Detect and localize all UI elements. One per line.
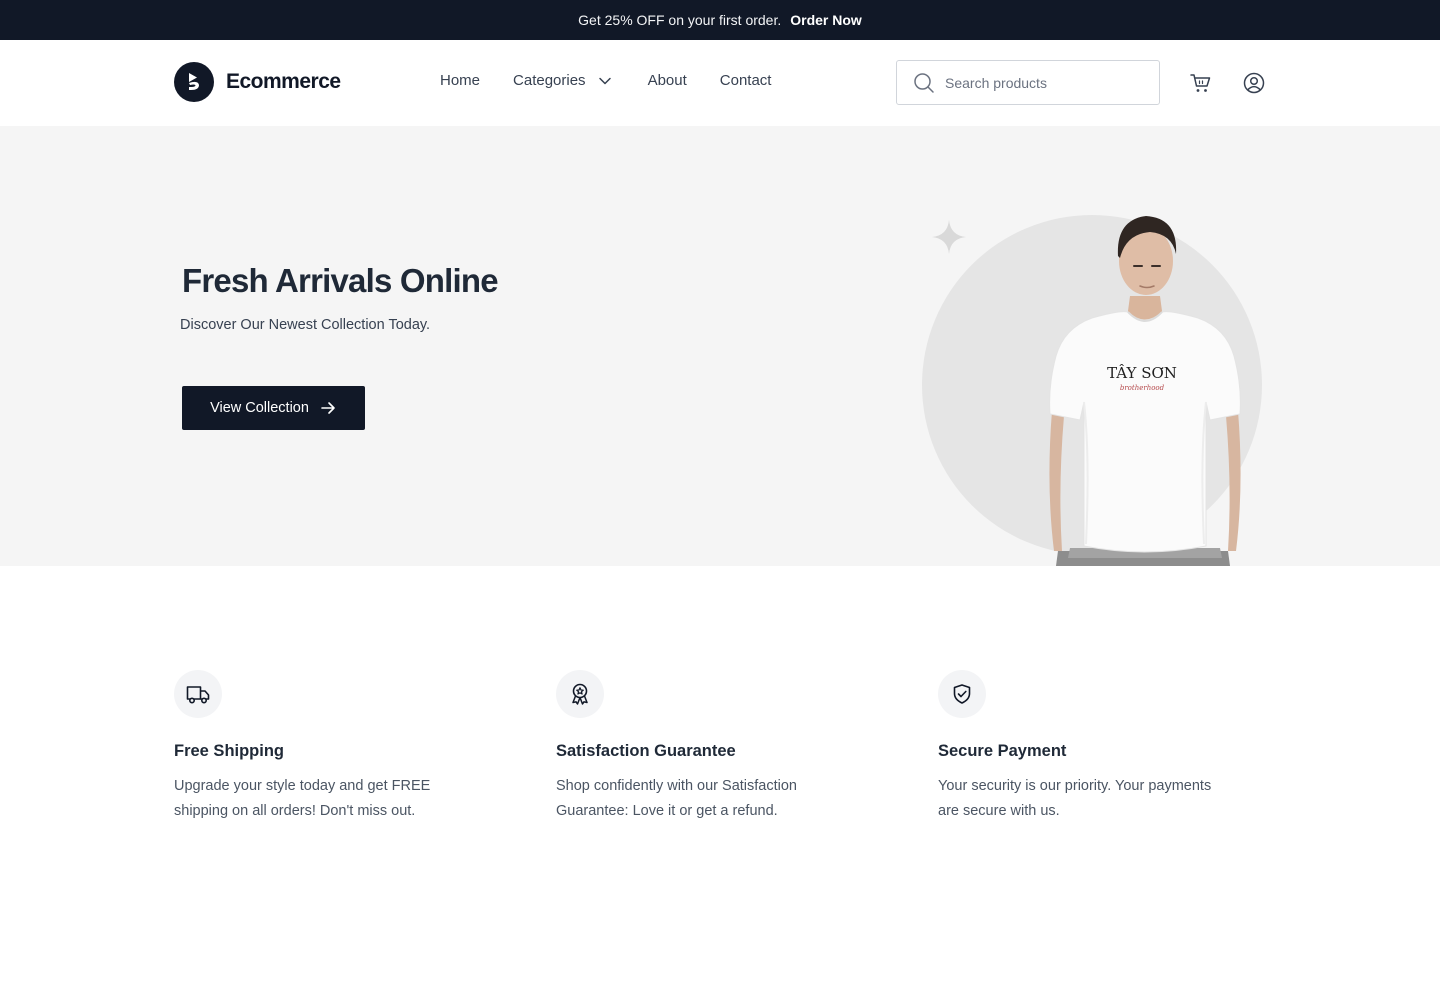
shirt-script-text: brotherhood <box>1120 384 1165 392</box>
cart-icon <box>1190 74 1211 92</box>
nav-categories-label: Categories <box>513 72 586 89</box>
account-button[interactable] <box>1242 71 1266 95</box>
feature-secure-payment: Secure Payment Your security is our prio… <box>938 670 1238 824</box>
brand-logo-icon <box>174 62 214 102</box>
badge-icon <box>556 670 604 718</box>
cart-button[interactable] <box>1189 71 1213 95</box>
view-collection-button[interactable]: View Collection <box>182 386 365 430</box>
brand-name: Ecommerce <box>226 70 341 93</box>
shirt-print-text: TÂY SƠN <box>1107 364 1177 382</box>
sparkle-icon <box>932 220 966 254</box>
hero-title: Fresh Arrivals Online <box>182 262 499 299</box>
features-section: Free Shipping Upgrade your style today a… <box>0 566 1440 987</box>
arrow-right-icon <box>321 402 335 414</box>
nav-about[interactable]: About <box>648 72 687 89</box>
nav-contact[interactable]: Contact <box>720 72 772 89</box>
view-collection-label: View Collection <box>210 400 309 416</box>
site-header: Ecommerce Home Categories About Contact <box>0 40 1440 126</box>
feature-title: Free Shipping <box>174 742 285 760</box>
feature-free-shipping: Free Shipping Upgrade your style today a… <box>174 670 474 824</box>
feature-title: Satisfaction Guarantee <box>556 742 736 760</box>
announcement-bar: Get 25% OFF on your first order. Order N… <box>0 0 1440 40</box>
hero-model-image: TÂY SƠN brotherhood <box>1049 216 1241 566</box>
feature-satisfaction-guarantee: Satisfaction Guarantee Shop confidently … <box>556 670 856 824</box>
main-nav: Home Categories About Contact <box>440 72 771 89</box>
shield-check-icon <box>938 670 986 718</box>
order-now-link[interactable]: Order Now <box>790 12 862 28</box>
feature-title: Secure Payment <box>938 742 1067 760</box>
feature-description: Upgrade your style today and get FREE sh… <box>174 778 431 819</box>
chevron-down-icon <box>598 77 611 84</box>
nav-categories[interactable]: Categories <box>513 72 612 89</box>
brand-logo[interactable]: Ecommerce <box>174 62 341 102</box>
user-circle-icon <box>1243 72 1265 94</box>
feature-description: Your security is our priority. Your paym… <box>938 778 1212 819</box>
truck-icon <box>174 670 222 718</box>
search-input[interactable] <box>945 74 1135 91</box>
announcement-text: Get 25% OFF on your first order. <box>578 12 782 28</box>
feature-description: Shop confidently with our Satisfaction G… <box>556 778 797 819</box>
hero-subtitle: Discover Our Newest Collection Today. <box>180 317 431 333</box>
search-icon <box>914 72 934 93</box>
hero-section: Fresh Arrivals Online Discover Our Newes… <box>0 126 1440 566</box>
search-box[interactable] <box>896 60 1160 105</box>
nav-home[interactable]: Home <box>440 72 480 89</box>
